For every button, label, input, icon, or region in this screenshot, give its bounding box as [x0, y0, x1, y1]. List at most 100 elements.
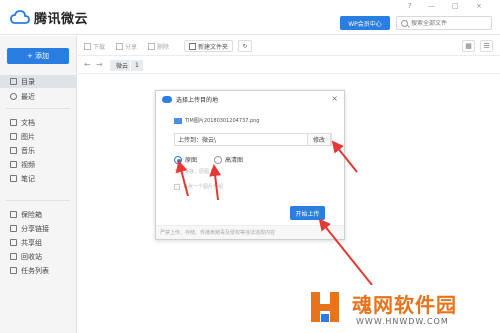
dialog-title: 选择上传目的地: [176, 96, 219, 104]
list-view-icon[interactable]: ☰: [480, 40, 493, 52]
trash-icon: [10, 253, 17, 260]
folder-icon: [10, 78, 17, 85]
share-button[interactable]: 分享: [116, 40, 137, 52]
watermark-url: WWW.HNWDW.COM: [356, 317, 449, 326]
sidebar-item-shared-groups[interactable]: 共享组: [0, 236, 76, 249]
music-icon: [10, 147, 17, 154]
search-icon: [401, 19, 408, 27]
sidebar-item-label: 文档: [21, 118, 35, 127]
image-icon: [10, 133, 17, 140]
checkbox-icon[interactable]: [174, 183, 180, 190]
radio-unselected-icon[interactable]: [214, 155, 222, 164]
refresh-icon: ↻: [242, 42, 248, 50]
sidebar-item-share-links[interactable]: 分享链接: [0, 222, 76, 235]
search-input[interactable]: [411, 19, 491, 27]
add-button[interactable]: + 添加: [7, 48, 69, 64]
new-folder-button[interactable]: 新建文件夹: [184, 40, 234, 52]
change-destination-button[interactable]: 修改: [307, 133, 331, 146]
checkbox-label: 每张一个图片分组: [183, 184, 224, 190]
sidebar-item-directory[interactable]: 目录: [0, 75, 76, 88]
sidebar-item-label: 回收站: [21, 252, 42, 261]
download-label: 下载: [93, 43, 106, 51]
new-folder-label: 新建文件夹: [198, 43, 229, 51]
dialog-footer-notice: 严禁上传、存储、传播黄赌毒及侵权等违法违规内容: [156, 225, 344, 239]
search-box[interactable]: [396, 16, 492, 30]
download-button[interactable]: 下载: [84, 40, 105, 52]
delete-button[interactable]: 删除: [148, 40, 169, 52]
sidebar: + 添加 目录 最近 文档 图片 音乐 视频 笔记 保险箱 分享链接 共享组 回…: [0, 36, 77, 333]
document-icon: [10, 119, 17, 126]
folder-icon: [189, 42, 196, 50]
share-icon: [116, 42, 123, 50]
minimize-icon[interactable]: —: [428, 2, 435, 10]
start-upload-button[interactable]: 开始上传: [290, 206, 325, 220]
cloud-icon: [162, 95, 172, 103]
toolbar: 下载 分享 删除 新建文件夹 ↻ ▦ ☰: [78, 36, 500, 56]
sidebar-item-images[interactable]: 图片: [0, 130, 76, 143]
watermark: 魂网软件园 WWW.HNWDW.COM: [300, 285, 500, 333]
radio-label: 原图: [185, 157, 198, 164]
sidebar-item-label: 最近: [21, 92, 35, 101]
radio-hd[interactable]: 高清图: [214, 155, 243, 164]
image-file-icon: [174, 117, 182, 124]
sidebar-item-music[interactable]: 音乐: [0, 144, 76, 157]
vip-center-button[interactable]: WP会员中心: [340, 16, 390, 30]
sidebar-item-label: 任务列表: [21, 266, 49, 275]
sidebar-item-trash[interactable]: 回收站: [0, 250, 76, 263]
sidebar-item-safe[interactable]: 保险箱: [0, 208, 76, 221]
download-icon: [84, 42, 91, 50]
upload-destination-dialog: 选择上传目的地 × TIM图片20180301204737.png 上传到：微云…: [155, 90, 345, 240]
sidebar-item-label: 图片: [21, 132, 35, 141]
radio-selected-icon[interactable]: [174, 155, 182, 164]
title-bar: 腾讯微云 WP会员中心 ? — □ ×: [0, 0, 500, 35]
breadcrumb: ← → 微云 1: [78, 57, 500, 74]
sidebar-item-notes[interactable]: 笔记: [0, 172, 76, 185]
watermark-brand: 魂网软件园: [352, 293, 457, 317]
trash-icon: [148, 42, 155, 50]
dialog-header: 选择上传目的地: [156, 91, 344, 107]
help-icon[interactable]: ?: [408, 2, 412, 10]
sidebar-item-recent[interactable]: 最近: [0, 90, 76, 103]
safe-icon: [10, 211, 17, 218]
destination-path: 上传到：微云\: [178, 137, 217, 144]
grid-view-icon[interactable]: ▦: [462, 40, 475, 52]
radio-original[interactable]: 原图: [174, 155, 197, 164]
sidebar-item-documents[interactable]: 文档: [0, 116, 76, 129]
destination-field: 上传到：微云\ 修改: [174, 133, 332, 146]
file-name: TIM图片20180301204737.png: [185, 118, 260, 124]
file-item: TIM图片20180301204737.png: [174, 117, 260, 124]
group-checkbox[interactable]: 每张一个图片分组: [174, 183, 223, 190]
sidebar-item-label: 音乐: [21, 146, 35, 155]
group-icon: [10, 239, 17, 246]
radio-label: 高清图: [225, 157, 244, 164]
watermark-logo-icon: [311, 292, 339, 322]
video-icon: [10, 161, 17, 168]
sidebar-item-label: 笔记: [21, 174, 35, 183]
clock-icon: [10, 93, 17, 100]
note-icon: [10, 175, 17, 182]
close-icon[interactable]: ×: [331, 94, 338, 103]
maximize-icon[interactable]: □: [452, 2, 459, 10]
share-label: 分享: [125, 43, 138, 51]
sidebar-item-label: 目录: [21, 77, 35, 86]
sidebar-item-label: 保险箱: [21, 210, 42, 219]
back-icon[interactable]: ←: [84, 60, 91, 69]
forward-icon[interactable]: →: [96, 60, 103, 69]
task-icon: [10, 267, 17, 274]
sidebar-item-label: 分享链接: [21, 224, 49, 233]
delete-label: 删除: [157, 43, 170, 51]
breadcrumb-page[interactable]: 1: [130, 60, 143, 71]
divider: [6, 200, 70, 201]
sidebar-item-label: 共享组: [21, 238, 42, 247]
cloud-icon: [10, 10, 30, 25]
divider: [6, 108, 70, 109]
share-icon: [10, 225, 17, 232]
sidebar-item-tasks[interactable]: 任务列表: [0, 264, 76, 277]
option-hint: 无损保存，原图上传: [174, 169, 220, 175]
refresh-button[interactable]: ↻: [238, 40, 252, 52]
close-icon[interactable]: ×: [476, 2, 482, 10]
app-logo: 腾讯微云: [10, 8, 88, 27]
sidebar-item-videos[interactable]: 视频: [0, 158, 76, 171]
app-name: 腾讯微云: [34, 12, 89, 27]
sidebar-item-label: 视频: [21, 160, 35, 169]
